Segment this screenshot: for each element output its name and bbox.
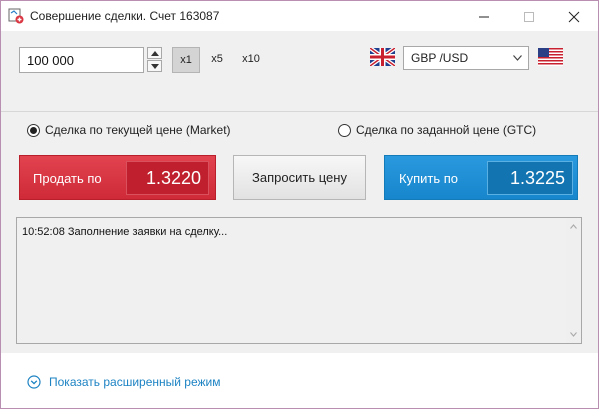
uk-flag-icon	[368, 46, 397, 68]
window-title: Совершение сделки. Счет 163087	[30, 9, 220, 23]
gtc-order-label: Сделка по заданной цене (GTC)	[356, 123, 537, 137]
multiplier-x1-button[interactable]: x1	[172, 47, 200, 73]
sell-price: 1.3220	[126, 161, 209, 195]
us-flag-icon	[538, 48, 563, 66]
gtc-radio-indicator	[338, 123, 351, 137]
request-quote-button[interactable]: Запросить цену	[233, 155, 366, 200]
close-button[interactable]	[551, 1, 597, 31]
currency-pair-value: GBP /USD	[411, 51, 469, 65]
buy-price: 1.3225	[487, 161, 573, 195]
gtc-order-radio[interactable]: Сделка по заданной цене (GTC)	[338, 122, 536, 138]
trade-window: Совершение сделки. Счет 163087 x1 x5 x10	[0, 0, 599, 409]
scroll-up-icon[interactable]	[570, 224, 577, 229]
buy-button[interactable]: Купить по 1.3225	[384, 155, 578, 200]
sell-label: Продать по	[33, 171, 102, 186]
currency-pair-select[interactable]: GBP /USD	[403, 46, 529, 70]
log-area[interactable]: 10:52:08 Заполнение заявки на сделку...	[16, 217, 582, 344]
multiplier-x5-button[interactable]: x5	[206, 47, 228, 73]
buy-label: Купить по	[399, 171, 458, 186]
minimize-button[interactable]	[461, 1, 507, 31]
chevron-down-icon	[513, 55, 522, 61]
log-line: 10:52:08 Заполнение заявки на сделку...	[22, 226, 228, 238]
advanced-mode-label: Показать расширенный режим	[49, 375, 221, 389]
amount-input[interactable]	[19, 47, 144, 73]
chevron-circle-down-icon	[27, 375, 41, 389]
order-settings-panel: x1 x5 x10 GBP /USD	[1, 31, 598, 112]
amount-decrease-button[interactable]	[147, 60, 162, 72]
title-bar: Совершение сделки. Счет 163087	[1, 1, 598, 31]
show-advanced-mode-link[interactable]: Показать расширенный режим	[27, 375, 220, 389]
trade-app-icon	[8, 8, 24, 24]
scroll-down-icon[interactable]	[570, 332, 577, 337]
trade-panel: Сделка по текущей цене (Market) Сделка п…	[1, 113, 598, 353]
sell-button[interactable]: Продать по 1.3220	[19, 155, 216, 200]
maximize-button[interactable]	[506, 1, 552, 31]
amount-increase-button[interactable]	[147, 47, 162, 59]
market-radio-indicator	[27, 123, 40, 137]
footer: Показать расширенный режим	[1, 353, 598, 408]
multiplier-x10-button[interactable]: x10	[238, 47, 264, 73]
log-scrollbar[interactable]	[566, 218, 581, 343]
market-order-radio[interactable]: Сделка по текущей цене (Market)	[27, 122, 231, 138]
market-order-label: Сделка по текущей цене (Market)	[45, 123, 231, 137]
